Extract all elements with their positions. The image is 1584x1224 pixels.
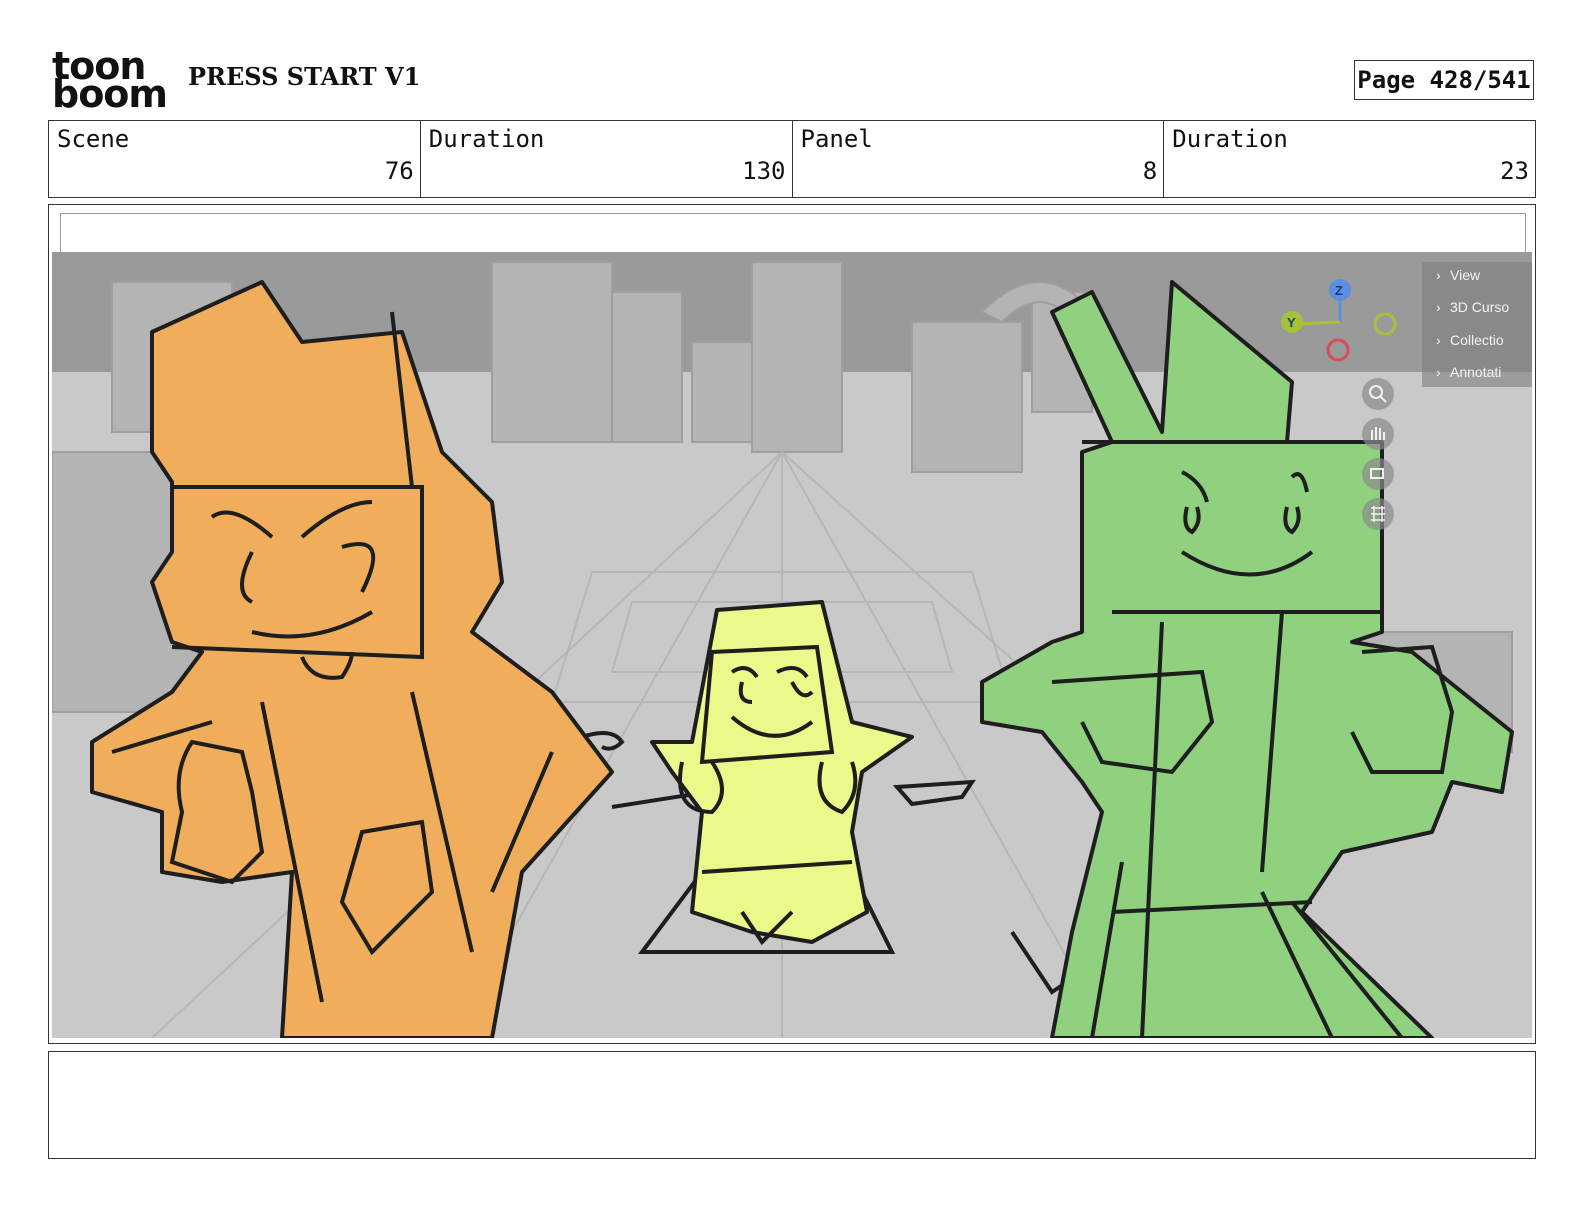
hand-icon[interactable] [1362,418,1394,450]
grid-icon[interactable] [1362,498,1394,530]
panel-duration-value: 23 [1500,157,1529,185]
viewport-menu-collection[interactable]: Collectio [1450,332,1504,348]
panel-duration-cell: Duration 23 [1164,121,1535,197]
panel-label: Panel [800,125,873,153]
menu-view-chevron-icon: › [1436,267,1441,283]
scene-value: 76 [384,157,414,185]
panel-cell: Panel 8 [793,121,1165,197]
panel-info-row: Scene 76 Duration 130 Panel 8 Duration 2… [48,120,1536,198]
project-title: PRESS START V1 [188,62,421,91]
menu-annotation-chevron-icon: › [1436,364,1441,380]
viewport-menu-view[interactable]: View [1450,267,1481,283]
scene-cell: Scene 76 [49,121,421,197]
viewport-menu-3d-cursor[interactable]: 3D Curso [1450,299,1509,315]
scene-label: Scene [57,125,130,153]
panel-duration-label: Duration [1172,125,1288,153]
page-indicator: Page 428/541 [1354,60,1534,100]
toon-boom-logo: toon boom [52,47,168,116]
storyboard-drawing: › View › 3D Curso › Collectio › Annotati… [52,252,1532,1038]
zoom-icon[interactable] [1362,378,1394,410]
menu-collection-chevron-icon: › [1436,332,1441,348]
logo-line-bottom: boom [52,72,168,116]
gizmo-z-label: Z [1335,283,1343,298]
viewport-menu-annotations[interactable]: Annotati [1450,364,1501,380]
camera-icon[interactable] [1362,458,1394,490]
panel-notes [48,1051,1536,1159]
scene-duration-cell: Duration 130 [421,121,793,197]
gizmo-y-label: Y [1287,315,1296,330]
logo-wordmark: toon boom [52,47,168,116]
scene-duration-value: 130 [742,157,786,185]
menu-cursor-chevron-icon: › [1436,299,1441,315]
scene-duration-label: Duration [428,125,545,153]
panel-value: 8 [1142,157,1158,185]
